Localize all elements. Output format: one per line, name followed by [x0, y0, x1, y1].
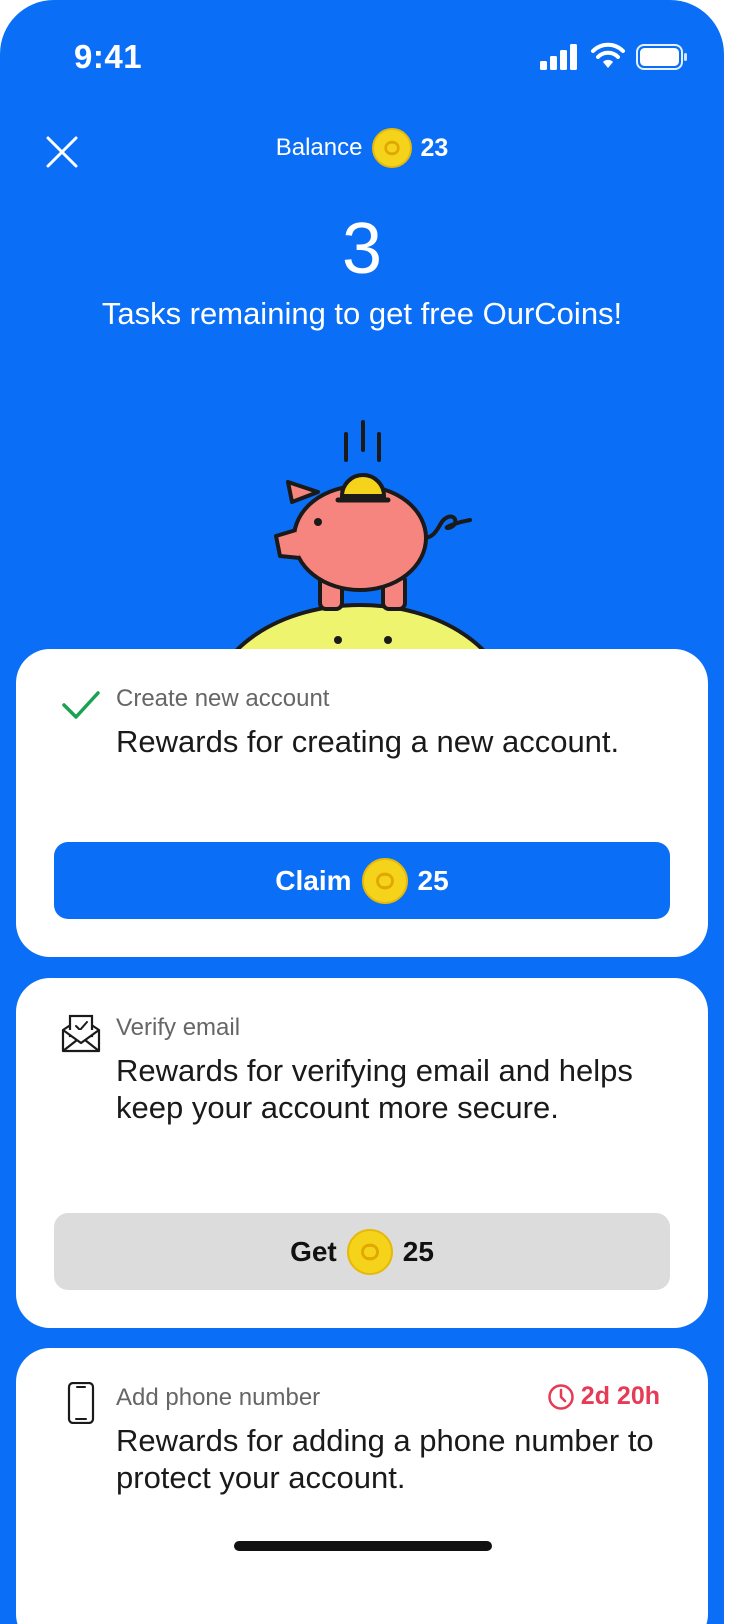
task-description: Rewards for verifying email and helps ke… — [116, 1053, 633, 1125]
task-card-verify-email: Verify email Rewards for verifying email… — [16, 978, 708, 1328]
status-time: 9:41 — [74, 38, 143, 75]
wifi-icon — [591, 42, 625, 68]
task-title: Add phone number — [116, 1384, 321, 1411]
task-card-add-phone: Add phone number 2d 20h Rewards for addi… — [16, 1348, 708, 1624]
app-screen: 9:41 Balance 23 3 Tasks remaining to get… — [0, 0, 724, 1624]
email-icon — [61, 1014, 101, 1053]
task-description: Rewards for creating a new account. — [116, 724, 620, 759]
cellular-signal-icon — [540, 44, 577, 70]
phone-icon — [67, 1382, 95, 1424]
page-subtitle: Tasks remaining to get free OurCoins! — [101, 296, 623, 331]
claim-button[interactable]: Claim 25 — [54, 842, 670, 919]
coin-icon — [346, 1228, 393, 1275]
button-label: Claim — [275, 864, 352, 896]
reward-amount: 25 — [402, 1235, 434, 1267]
balance-value: 23 — [420, 133, 449, 162]
countdown-timer: 2d 20h — [547, 1382, 660, 1411]
get-reward-button[interactable]: Get 25 — [54, 1213, 670, 1290]
task-card-create-account: Create new account Rewards for creating … — [16, 649, 708, 957]
task-title: Create new account — [116, 685, 330, 712]
tasks-remaining-count: 3 — [341, 209, 383, 289]
clock-icon — [548, 1383, 574, 1410]
button-label: Get — [290, 1235, 337, 1267]
coin-icon — [372, 128, 413, 168]
reward-amount: 25 — [417, 864, 449, 896]
timer-value: 2d 20h — [580, 1382, 660, 1410]
task-description: Rewards for adding a phone number to pro… — [116, 1423, 654, 1495]
task-title: Verify email — [116, 1014, 241, 1041]
battery-icon — [636, 44, 687, 70]
balance-display: Balance 23 — [0, 128, 724, 168]
home-indicator[interactable] — [234, 1541, 492, 1551]
status-bar: 9:41 — [0, 0, 724, 110]
balance-label: Balance — [275, 134, 363, 161]
coin-icon — [361, 857, 408, 904]
checkmark-icon — [62, 691, 100, 719]
piggy-bank-illustration — [234, 420, 486, 650]
